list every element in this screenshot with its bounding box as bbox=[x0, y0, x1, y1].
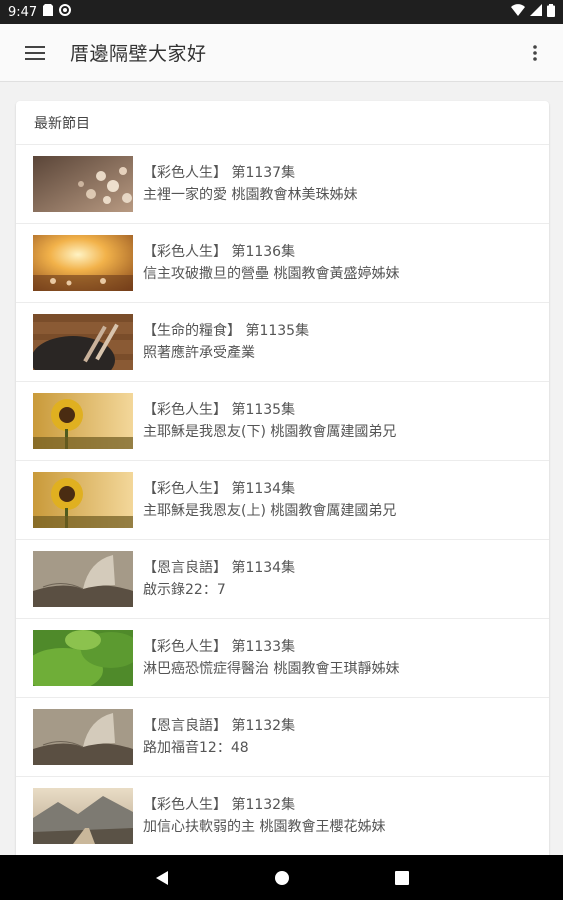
section-header: 最新節目 bbox=[16, 101, 549, 145]
sync-icon bbox=[59, 4, 72, 20]
item-subtitle: 主耶穌是我恩友(下) 桃園教會厲建國弟兄 bbox=[143, 424, 397, 440]
sunflower-thumbnail bbox=[33, 393, 133, 449]
wifi-icon bbox=[511, 4, 525, 20]
item-title: 【彩色人生】 第1135集 bbox=[143, 402, 296, 418]
status-time: 9:47 bbox=[8, 4, 38, 20]
sunset-field-thumbnail bbox=[33, 235, 133, 291]
item-subtitle: 信主攻破撒旦的營壘 桃園教會黃盛婷姊妹 bbox=[143, 266, 400, 282]
battery-icon bbox=[547, 3, 555, 21]
item-subtitle: 照著應許承受產業 bbox=[143, 345, 255, 361]
signal-icon bbox=[530, 4, 542, 20]
list-item[interactable]: 【恩言良語】 第1132集 路加福音12：48 bbox=[16, 698, 549, 777]
item-title: 【生命的糧食】 第1135集 bbox=[143, 323, 310, 339]
item-subtitle: 路加福音12：48 bbox=[143, 740, 249, 756]
status-bar: 9:47 bbox=[0, 0, 563, 24]
item-subtitle: 淋巴癌恐慌症得醫治 桃園教會王琪靜姊妹 bbox=[143, 661, 400, 677]
hamburger-menu-icon[interactable] bbox=[0, 24, 70, 82]
plate-fork-thumbnail bbox=[33, 314, 133, 370]
back-icon[interactable] bbox=[147, 863, 177, 893]
item-subtitle: 主耶穌是我恩友(上) 桃園教會厲建國弟兄 bbox=[143, 503, 397, 519]
item-title: 【彩色人生】 第1132集 bbox=[143, 797, 296, 813]
more-vert-icon[interactable] bbox=[507, 24, 563, 82]
item-title: 【彩色人生】 第1134集 bbox=[143, 481, 296, 497]
app-title: 厝邊隔壁大家好 bbox=[70, 43, 207, 65]
item-subtitle: 啟示錄22：7 bbox=[143, 582, 226, 598]
list-item[interactable]: 【彩色人生】 第1134集 主耶穌是我恩友(上) 桃園教會厲建國弟兄 bbox=[16, 461, 549, 540]
list-item[interactable]: 【生命的糧食】 第1135集 照著應許承受產業 bbox=[16, 303, 549, 382]
green-leaves-thumbnail bbox=[33, 630, 133, 686]
open-book-thumbnail bbox=[33, 709, 133, 765]
sunflower-thumbnail bbox=[33, 472, 133, 528]
list-item[interactable]: 【彩色人生】 第1136集 信主攻破撒旦的營壘 桃園教會黃盛婷姊妹 bbox=[16, 224, 549, 303]
item-subtitle: 主裡一家的愛 桃園教會林美珠姊妹 bbox=[143, 187, 358, 203]
list-item[interactable]: 【彩色人生】 第1133集 淋巴癌恐慌症得醫治 桃園教會王琪靜姊妹 bbox=[16, 619, 549, 698]
list-item[interactable]: 【恩言良語】 第1134集 啟示錄22：7 bbox=[16, 540, 549, 619]
hearts-bokeh-thumbnail bbox=[33, 156, 133, 212]
list-item[interactable]: 【彩色人生】 第1137集 主裡一家的愛 桃園教會林美珠姊妹 bbox=[16, 145, 549, 224]
system-nav-bar bbox=[0, 855, 563, 900]
item-title: 【彩色人生】 第1133集 bbox=[143, 639, 296, 655]
item-title: 【恩言良語】 第1132集 bbox=[143, 718, 296, 734]
latest-programs-card: 最新節目 【彩色人生】 第1137集 主裡一家的愛 桃園教會林美珠姊妹 【彩色人… bbox=[16, 101, 549, 861]
mountain-road-thumbnail bbox=[33, 788, 133, 844]
app-bar: 厝邊隔壁大家好 bbox=[0, 24, 563, 82]
sd-card-icon bbox=[43, 4, 54, 20]
item-subtitle: 加信心扶軟弱的主 桃園教會王櫻花姊妹 bbox=[143, 819, 386, 835]
item-title: 【彩色人生】 第1137集 bbox=[143, 165, 296, 181]
list-item[interactable]: 【彩色人生】 第1132集 加信心扶軟弱的主 桃園教會王櫻花姊妹 bbox=[16, 777, 549, 856]
home-icon[interactable] bbox=[267, 863, 297, 893]
item-title: 【彩色人生】 第1136集 bbox=[143, 244, 296, 260]
item-title: 【恩言良語】 第1134集 bbox=[143, 560, 296, 576]
list-item[interactable]: 【彩色人生】 第1135集 主耶穌是我恩友(下) 桃園教會厲建國弟兄 bbox=[16, 382, 549, 461]
open-book-thumbnail bbox=[33, 551, 133, 607]
recents-icon[interactable] bbox=[387, 863, 417, 893]
